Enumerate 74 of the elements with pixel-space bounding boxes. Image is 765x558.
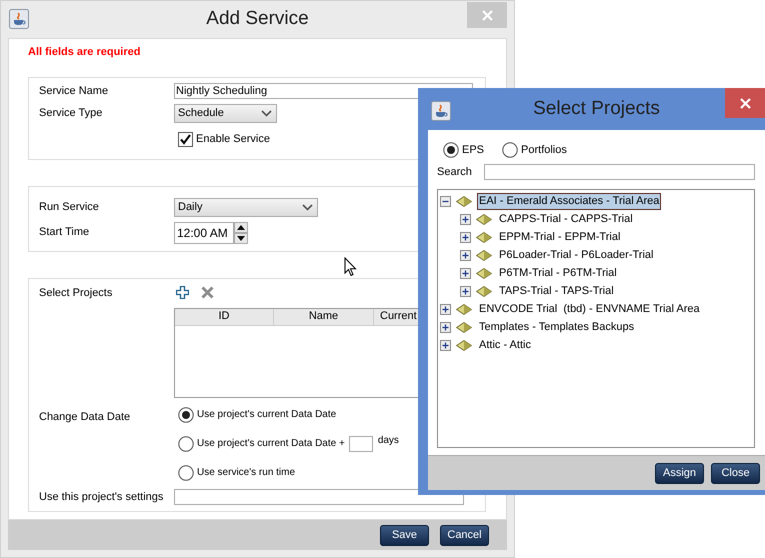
- radio-button[interactable]: [178, 436, 194, 452]
- days-field[interactable]: [348, 436, 373, 452]
- dialog-button[interactable]: Assign: [655, 462, 704, 484]
- tree-item[interactable]: ENVCODE Trial (tbd) - ENVNAME Trial Area: [477, 300, 702, 318]
- time-value: 12:00 AM: [177, 225, 228, 242]
- expand-icon[interactable]: [440, 340, 451, 350]
- window-title: Select Projects: [533, 96, 660, 121]
- radio-label: Use project's current Data Date +: [197, 437, 345, 451]
- field-label: Service Type: [39, 106, 104, 122]
- pyramid-icon: [476, 214, 492, 224]
- tree-item[interactable]: EAI - Emerald Associates - Trial Area: [477, 192, 662, 210]
- pyramid-icon: [456, 196, 472, 206]
- radio-button[interactable]: [443, 142, 459, 158]
- coffee-cup-icon: [9, 9, 29, 29]
- column-header[interactable]: ID: [175, 308, 274, 324]
- tree-item[interactable]: TAPS-Trial - TAPS-Trial: [497, 282, 616, 300]
- pyramid-icon: [476, 286, 492, 296]
- search-label: Search: [437, 164, 473, 180]
- dialog-button[interactable]: Cancel: [440, 524, 489, 546]
- dialog-button[interactable]: Close: [711, 462, 760, 484]
- tree-item[interactable]: EPPM-Trial - EPPM-Trial: [497, 228, 622, 246]
- radio-label: Portfolios: [521, 143, 567, 158]
- tree-item[interactable]: CAPPS-Trial - CAPPS-Trial: [497, 210, 635, 228]
- pyramid-icon: [456, 340, 472, 350]
- pyramid-icon: [456, 304, 472, 314]
- field-label: Run Service: [39, 200, 100, 216]
- expand-icon[interactable]: [440, 304, 451, 314]
- dropdown[interactable]: Schedule: [174, 104, 277, 123]
- field-label: Service Name: [39, 84, 110, 99]
- radio-label: EPS: [462, 143, 484, 158]
- spinner-arrows-icon[interactable]: [234, 222, 248, 244]
- tree-item[interactable]: P6Loader-Trial - P6Loader-Trial: [497, 246, 656, 264]
- radio-button[interactable]: [178, 406, 194, 422]
- search-field[interactable]: [484, 164, 755, 180]
- coffee-cup-icon: [431, 101, 451, 121]
- expand-icon[interactable]: [460, 268, 471, 278]
- pyramid-icon: [476, 232, 492, 242]
- chevron-down-icon: [261, 110, 272, 117]
- expand-icon[interactable]: [460, 250, 471, 260]
- tree-item[interactable]: Templates - Templates Backups: [477, 318, 636, 336]
- field-label: Start Time: [39, 225, 90, 240]
- text-field[interactable]: [174, 488, 464, 505]
- collapse-icon[interactable]: [440, 196, 451, 206]
- radio-button[interactable]: [502, 142, 518, 158]
- field-label: Change Data Date: [39, 410, 132, 424]
- dialog-button[interactable]: Save: [380, 524, 429, 546]
- delete-icon[interactable]: [201, 286, 214, 299]
- pyramid-icon: [476, 268, 492, 278]
- checkbox[interactable]: [178, 132, 193, 147]
- tree-item[interactable]: P6TM-Trial - P6TM-Trial: [497, 264, 619, 282]
- window-title: Add Service: [206, 7, 309, 32]
- checkbox-label: Enable Service: [196, 132, 270, 147]
- close-icon: [740, 98, 750, 108]
- tree-item[interactable]: Attic - Attic: [477, 336, 533, 354]
- pyramid-icon: [456, 322, 472, 332]
- radio-button[interactable]: [178, 464, 194, 480]
- column-header[interactable]: Name: [274, 308, 374, 324]
- radio-label: Use service's run time: [197, 466, 296, 480]
- chevron-down-icon: [302, 204, 313, 211]
- required-note: All fields are required: [28, 45, 142, 58]
- field-label: Use this project's settings: [39, 490, 164, 504]
- mouse-cursor-icon: [344, 257, 357, 277]
- dropdown[interactable]: Daily: [174, 198, 318, 217]
- expand-icon[interactable]: [460, 214, 471, 224]
- field-label: Select Projects: [39, 286, 114, 301]
- expand-icon[interactable]: [460, 232, 471, 242]
- expand-icon[interactable]: [460, 286, 471, 296]
- pyramid-icon: [476, 250, 492, 260]
- days-label: days: [378, 434, 399, 448]
- add-icon[interactable]: [176, 286, 189, 299]
- expand-icon[interactable]: [440, 322, 451, 332]
- close-icon: [482, 10, 492, 20]
- radio-label: Use project's current Data Date: [197, 408, 336, 422]
- close-button[interactable]: [725, 88, 765, 118]
